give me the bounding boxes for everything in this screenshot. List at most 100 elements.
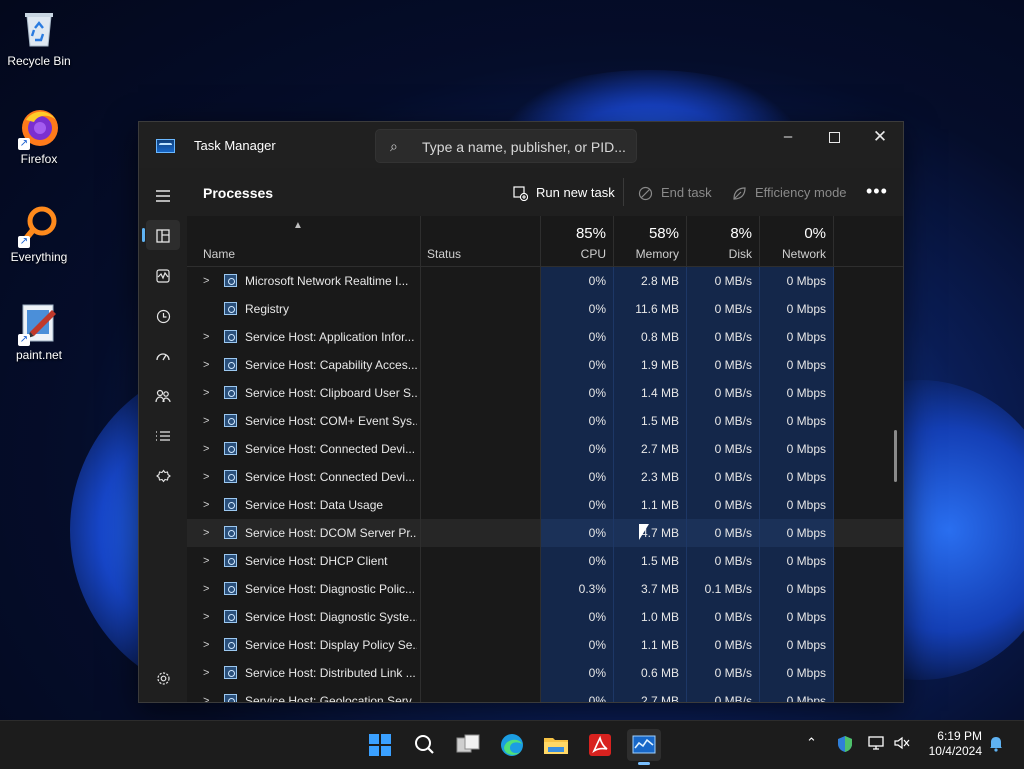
table-row[interactable]: > Service Host: Capability Acces... 0% 1.9 … xyxy=(187,351,903,379)
table-row[interactable]: Registry 0% 11.6 MB 0 MB/s 0 Mbps xyxy=(187,295,903,323)
cell-name: > Service Host: Capability Acces... xyxy=(187,351,421,379)
notification-bell-icon[interactable] xyxy=(988,735,1004,755)
file-explorer-icon[interactable] xyxy=(539,729,573,761)
table-row[interactable]: > Service Host: DCOM Server Pr... 0% 4.7 MB… xyxy=(187,519,903,547)
minimize-button[interactable]: – xyxy=(765,122,811,152)
app-history-icon[interactable] xyxy=(146,300,180,330)
expand-chevron-icon[interactable]: > xyxy=(203,631,209,659)
edge-icon[interactable] xyxy=(495,729,529,761)
run-new-task-button[interactable]: Run new task xyxy=(512,182,615,202)
services-icon[interactable] xyxy=(146,460,180,490)
volume-muted-icon[interactable] xyxy=(893,735,911,754)
expand-chevron-icon[interactable]: > xyxy=(203,407,209,435)
users-icon[interactable] xyxy=(146,380,180,410)
cell-cpu: 0% xyxy=(541,519,614,547)
cell-memory: 1.5 MB xyxy=(614,547,687,575)
cell-name: > Service Host: Data Usage xyxy=(187,491,421,519)
column-header-memory[interactable]: 58% Memory xyxy=(614,216,687,266)
details-icon[interactable] xyxy=(146,420,180,450)
desktop-icon-paint-net[interactable]: ↗ paint.net xyxy=(4,302,74,362)
process-icon xyxy=(224,694,237,702)
process-name: Service Host: Diagnostic Polic... xyxy=(245,582,416,596)
cell-network: 0 Mbps xyxy=(760,463,834,491)
column-header-cpu[interactable]: 85% CPU xyxy=(541,216,614,266)
acrobat-icon[interactable] xyxy=(583,729,617,761)
table-row[interactable]: > Service Host: Display Policy Se... 0% 1.1… xyxy=(187,631,903,659)
cell-disk: 0 MB/s xyxy=(687,547,760,575)
expand-chevron-icon[interactable]: > xyxy=(203,267,209,295)
search-box[interactable]: ⌕ xyxy=(375,129,637,163)
table-row[interactable]: > Service Host: Distributed Link ... 0% 0.6… xyxy=(187,659,903,687)
table-row[interactable]: > Service Host: COM+ Event Sys... 0% 1.5 MB… xyxy=(187,407,903,435)
column-label-network: Network xyxy=(781,247,826,261)
maximize-button[interactable] xyxy=(811,122,857,152)
memory-total: 58% xyxy=(648,225,679,242)
efficiency-mode-button[interactable]: Efficiency mode xyxy=(731,182,847,202)
network-icon[interactable] xyxy=(867,735,885,754)
expand-chevron-icon[interactable]: > xyxy=(203,575,209,603)
table-row[interactable]: > Service Host: Clipboard User S... 0% 1.4 … xyxy=(187,379,903,407)
shortcut-arrow-icon: ↗ xyxy=(18,236,30,248)
column-header-disk[interactable]: 8% Disk xyxy=(687,216,760,266)
cell-name: > Service Host: Geolocation Serv... xyxy=(187,687,421,702)
end-task-button[interactable]: End task xyxy=(637,182,712,202)
table-row[interactable]: > Service Host: Diagnostic Syste... 0% 1.0 … xyxy=(187,603,903,631)
process-icon xyxy=(224,302,237,315)
expand-chevron-icon[interactable]: > xyxy=(203,547,209,575)
startup-apps-icon[interactable] xyxy=(146,340,180,370)
cell-status xyxy=(421,687,541,702)
cell-name: > Service Host: Clipboard User S... xyxy=(187,379,421,407)
title-bar[interactable]: Task Manager ⌕ – ✕ xyxy=(139,122,903,168)
close-button[interactable]: ✕ xyxy=(857,122,903,152)
expand-chevron-icon[interactable]: > xyxy=(203,379,209,407)
desktop-icon-recycle-bin[interactable]: Recycle Bin xyxy=(4,8,74,68)
more-options-button[interactable]: ••• xyxy=(866,181,888,202)
expand-chevron-icon[interactable]: > xyxy=(203,323,209,351)
cell-memory: 1.4 MB xyxy=(614,379,687,407)
settings-icon[interactable] xyxy=(146,662,180,692)
table-row[interactable]: > Microsoft Network Realtime I... 0% 2.8 MB… xyxy=(187,267,903,295)
expand-chevron-icon[interactable]: > xyxy=(203,351,209,379)
cell-status xyxy=(421,547,541,575)
expand-chevron-icon[interactable]: > xyxy=(203,603,209,631)
table-row[interactable]: > Service Host: DHCP Client 0% 1.5 MB 0 MB/s… xyxy=(187,547,903,575)
expand-chevron-icon[interactable]: > xyxy=(203,659,209,687)
table-row[interactable]: > Service Host: Connected Devi... 0% 2.7 MB… xyxy=(187,435,903,463)
task-view-icon[interactable] xyxy=(451,729,485,761)
expand-chevron-icon[interactable]: > xyxy=(203,519,209,547)
show-hidden-icons-chevron-icon[interactable]: ⌃ xyxy=(806,735,817,751)
search-input[interactable] xyxy=(420,136,634,158)
expand-chevron-icon[interactable]: > xyxy=(203,463,209,491)
table-row[interactable]: > Service Host: Data Usage 0% 1.1 MB 0 MB/s 0… xyxy=(187,491,903,519)
expand-chevron-icon[interactable]: > xyxy=(203,491,209,519)
start-icon[interactable] xyxy=(363,729,397,761)
column-header-status[interactable]: Status xyxy=(421,216,541,266)
table-row[interactable]: > Service Host: Application Infor... 0% 0.8… xyxy=(187,323,903,351)
expand-chevron-icon[interactable]: > xyxy=(203,687,209,702)
table-row[interactable]: > Service Host: Connected Devi... 0% 2.3 MB… xyxy=(187,463,903,491)
task-manager-icon[interactable] xyxy=(627,729,661,765)
performance-icon[interactable] xyxy=(146,260,180,290)
cell-name: > Microsoft Network Realtime I... xyxy=(187,267,421,295)
security-shield-icon[interactable] xyxy=(837,735,853,756)
column-header-network[interactable]: 0% Network xyxy=(760,216,834,266)
system-clock[interactable]: 6:19 PM 10/4/2024 xyxy=(922,729,982,759)
search-icon[interactable] xyxy=(407,729,441,761)
cell-network: 0 Mbps xyxy=(760,267,834,295)
desktop-icon-label: Everything xyxy=(10,250,68,264)
desktop-icon-firefox[interactable]: ↗ Firefox xyxy=(4,106,74,166)
desktop-icon-everything[interactable]: ↗ Everything xyxy=(4,204,74,264)
vertical-scrollbar-thumb[interactable] xyxy=(894,430,897,482)
cell-cpu: 0% xyxy=(541,491,614,519)
table-row[interactable]: > Service Host: Geolocation Serv... 0% 2.7 … xyxy=(187,687,903,702)
paint-net-icon: ↗ xyxy=(18,302,60,346)
cell-disk: 0.1 MB/s xyxy=(687,575,760,603)
processes-icon[interactable] xyxy=(142,220,180,250)
window-title: Task Manager xyxy=(194,138,276,153)
cell-name: > Service Host: Diagnostic Polic... xyxy=(187,575,421,603)
expand-chevron-icon[interactable]: > xyxy=(203,435,209,463)
table-row[interactable]: > Service Host: Diagnostic Polic... 0.3% 3.… xyxy=(187,575,903,603)
column-header-name[interactable]: ▲ Name xyxy=(187,216,421,266)
menu-icon[interactable] xyxy=(146,180,180,210)
cell-status xyxy=(421,603,541,631)
